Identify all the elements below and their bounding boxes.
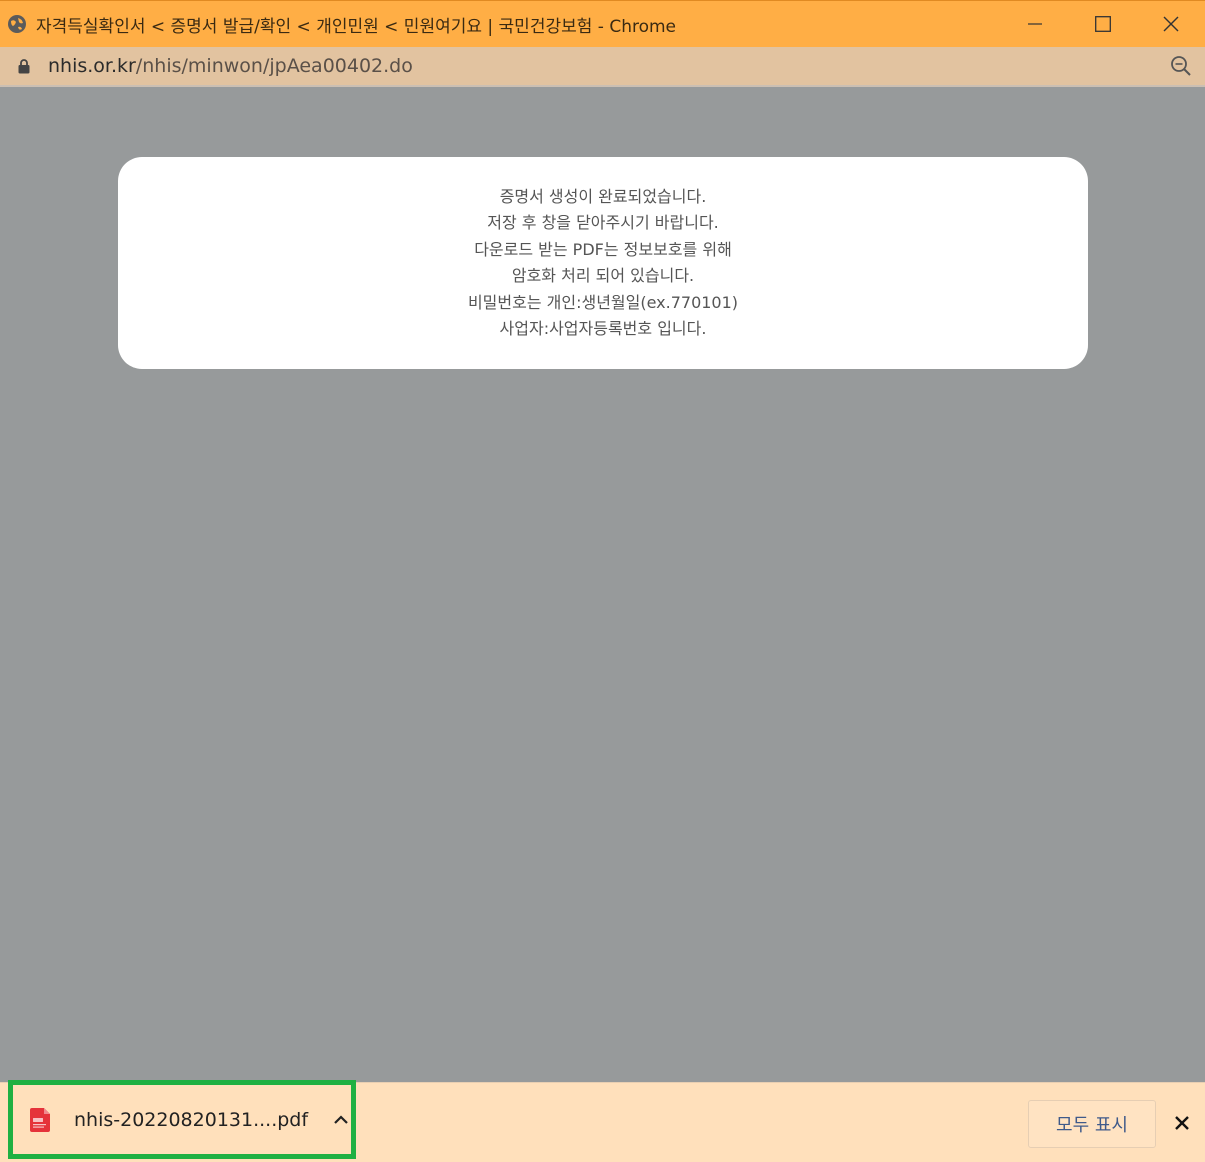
lock-icon[interactable] [18,58,32,74]
maximize-icon[interactable] [1069,1,1137,48]
url-path: /nhis/minwon/jpAea00402.do [135,55,413,77]
dialog-line: 다운로드 받는 PDF는 정보보호를 위해 [474,239,732,259]
show-all-button[interactable]: 모두 표시 [1028,1100,1156,1148]
dialog-line: 비밀번호는 개인:생년월일(ex.770101) [467,292,739,312]
url-host: nhis.or.kr [48,55,136,77]
minimize-icon[interactable] [1001,1,1069,48]
globe-icon [6,13,28,35]
zoom-icon[interactable] [1169,54,1193,78]
close-icon[interactable] [1137,1,1205,48]
close-icon[interactable] [1170,1111,1194,1135]
download-filename[interactable]: nhis-20220820131....pdf [74,1109,308,1131]
chevron-up-icon[interactable] [330,1105,351,1135]
download-item[interactable]: nhis-20220820131....pdf [8,1080,356,1159]
dialog-line: 저장 후 창을 닫아주시기 바랍니다. [487,213,719,232]
dialog-line: 증명서 생성이 완료되었습니다. [499,186,707,206]
title-bar: 자격득실확인서 < 증명서 발급/확인 < 개인민원 < 민원여기요 | 국민건… [0,0,1205,47]
url-text[interactable]: nhis.or.kr/nhis/minwon/jpAea00402.do [48,55,1169,77]
completion-dialog: 증명서 생성이 완료되었습니다. 저장 후 창을 닫아주시기 바랍니다. 다운로… [118,157,1088,369]
dialog-line: 암호화 처리 되어 있습니다. [511,266,695,285]
dialog-line: 사업자:사업자등록번호 입니다. [499,319,707,338]
pdf-file-icon [30,1107,50,1132]
window-title: 자격득실확인서 < 증명서 발급/확인 < 개인민원 < 민원여기요 | 국민건… [36,16,677,37]
address-bar[interactable]: nhis.or.kr/nhis/minwon/jpAea00402.do [0,47,1205,87]
download-shelf: nhis-20220820131....pdf 모두 표시 [0,1080,1205,1162]
page-content: 증명서 생성이 완료되었습니다. 저장 후 창을 닫아주시기 바랍니다. 다운로… [0,89,1205,1082]
